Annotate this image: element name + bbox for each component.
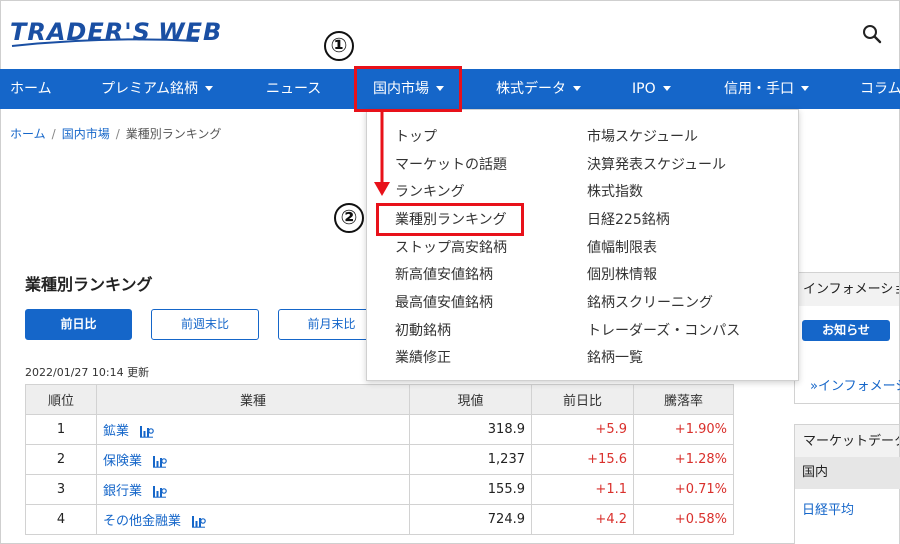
caret-down-icon (573, 85, 581, 91)
chart-icon[interactable] (152, 455, 167, 468)
breadcrumb-home[interactable]: ホーム (10, 127, 46, 141)
red-arrow-icon (374, 112, 390, 196)
breadcrumb: ホーム / 国内市場 / 業種別ランキング (10, 127, 222, 141)
highlight-industry-ranking (376, 203, 524, 236)
nav-item-column[interactable]: コラム (860, 69, 900, 109)
updated-timestamp: 2022/01/27 10:14 更新 (25, 366, 150, 379)
menu-item-stock-index[interactable]: 株式指数 (587, 181, 643, 201)
nav-item-stock-data[interactable]: 株式データ (496, 69, 581, 109)
menu-item-stop-high-low[interactable]: ストップ高安銘柄 (395, 237, 507, 257)
nav-item-margin[interactable]: 信用・手口 (724, 69, 809, 109)
info-link[interactable]: »インフォメーション (810, 375, 900, 394)
table-row: 4 その他金融業 724.9 +4.2 +0.58% (25, 504, 734, 535)
nikkei-link[interactable]: 日経平均 (802, 499, 854, 518)
header-rank: 順位 (25, 384, 97, 415)
table-row: 1 鉱業 318.9 +5.9 +1.90% (25, 414, 734, 445)
notice-button[interactable]: お知らせ (802, 320, 890, 341)
logo-swoosh-icon (11, 38, 199, 47)
nav-item-news[interactable]: ニュース (266, 69, 321, 109)
step-number-2: ② (334, 203, 364, 233)
page-title: 業種別ランキング (25, 275, 153, 294)
table-row: 3 銀行業 155.9 +1.1 +0.71% (25, 474, 734, 505)
market-data-heading: マーケットデータ (795, 425, 899, 458)
nav-item-ipo[interactable]: IPO (632, 69, 671, 109)
domestic-market-dropdown: トップ マーケットの話題 ランキング 業種別ランキング ストップ高安銘柄 新高値… (366, 109, 799, 381)
traders-web-logo[interactable]: TRADER'S WEB (10, 18, 222, 47)
industry-link[interactable]: 鉱業 (103, 424, 129, 439)
caret-down-icon (662, 85, 671, 91)
caret-down-icon (205, 85, 214, 91)
breadcrumb-market[interactable]: 国内市場 (62, 127, 110, 141)
table-header-row: 順位 業種 現値 前日比 騰落率 (25, 384, 734, 415)
search-icon[interactable] (862, 24, 882, 44)
menu-item-initial-move[interactable]: 初動銘柄 (395, 320, 451, 340)
menu-item-new-high-low[interactable]: 新高値安値銘柄 (395, 264, 493, 284)
header-change: 前日比 (531, 384, 634, 415)
header-pct: 騰落率 (633, 384, 734, 415)
industry-ranking-table: 順位 業種 現値 前日比 騰落率 1 鉱業 318.9 +5.9 +1.90% … (25, 384, 734, 535)
menu-item-earnings-schedule[interactable]: 決算発表スケジュール (587, 154, 726, 174)
table-row: 2 保険業 1,237 +15.6 +1.28% (25, 444, 734, 475)
chart-icon[interactable] (139, 425, 154, 438)
menu-item-top[interactable]: トップ (395, 126, 437, 146)
period-button-week[interactable]: 前週末比 (151, 309, 259, 340)
menu-item-earnings-revision[interactable]: 業績修正 (395, 347, 451, 367)
industry-link[interactable]: 保険業 (103, 454, 142, 469)
step-number-1: ① (324, 31, 354, 61)
menu-item-nikkei225[interactable]: 日経225銘柄 (587, 209, 670, 229)
industry-link[interactable]: 銀行業 (103, 484, 142, 499)
header-industry: 業種 (96, 384, 410, 415)
menu-item-market-schedule[interactable]: 市場スケジュール (587, 126, 698, 146)
menu-item-traders-compass[interactable]: トレーダーズ・コンパス (587, 320, 740, 340)
menu-item-market-topics[interactable]: マーケットの話題 (395, 154, 507, 174)
menu-item-screening[interactable]: 銘柄スクリーニング (587, 292, 713, 312)
industry-link[interactable]: その他金融業 (103, 514, 181, 529)
menu-item-ranking[interactable]: ランキング (395, 181, 465, 201)
header-value: 現値 (409, 384, 532, 415)
breadcrumb-current: 業種別ランキング (125, 127, 222, 141)
chart-icon[interactable] (191, 515, 206, 528)
caret-down-icon (801, 85, 809, 91)
nav-item-premium[interactable]: プレミアム銘柄 (101, 69, 214, 109)
nav-item-home[interactable]: ホーム (10, 69, 52, 109)
menu-item-stock-info[interactable]: 個別株情報 (587, 264, 657, 284)
period-button-day[interactable]: 前日比 (25, 309, 132, 340)
menu-item-record-high-low[interactable]: 最高値安値銘柄 (395, 292, 493, 312)
market-tab-domestic[interactable]: 国内 (795, 457, 900, 489)
menu-item-price-limit[interactable]: 値幅制限表 (587, 237, 657, 257)
info-panel-heading: インフォメーション (795, 273, 899, 306)
highlight-nav-domestic (354, 66, 462, 112)
chart-icon[interactable] (152, 485, 167, 498)
menu-item-stock-list[interactable]: 銘柄一覧 (587, 347, 643, 367)
